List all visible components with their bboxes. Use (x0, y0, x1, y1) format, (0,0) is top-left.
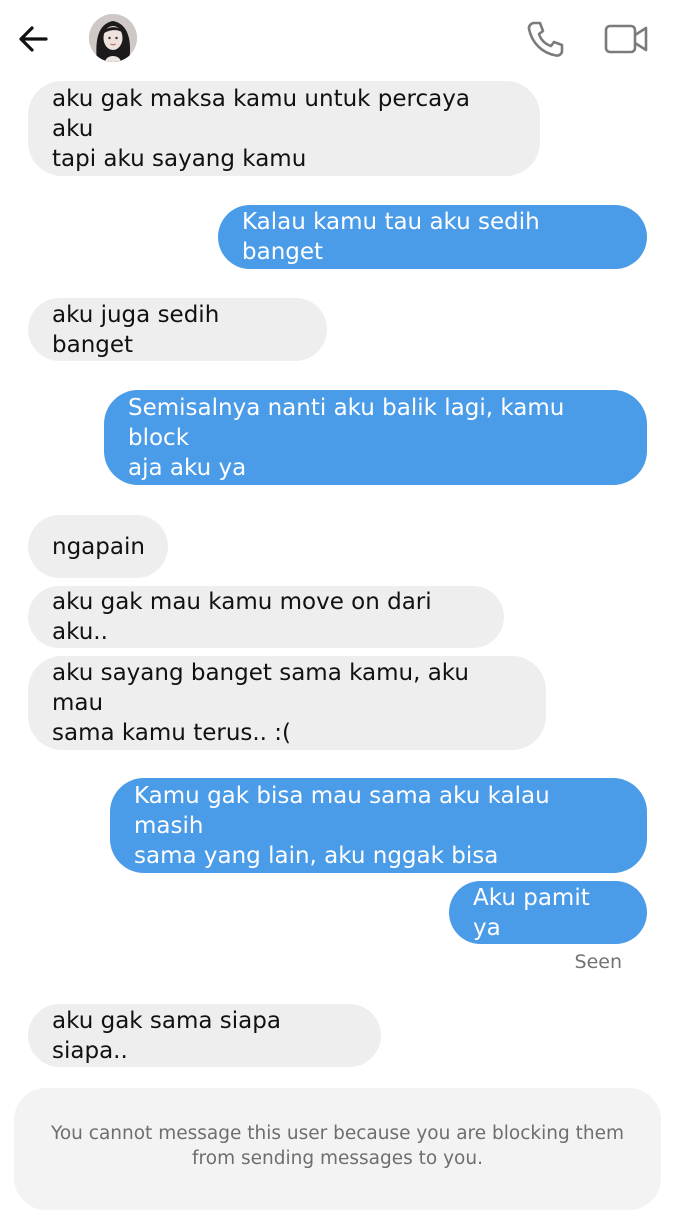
arrow-left-icon (19, 26, 48, 52)
outgoing-message[interactable]: Semisalnya nanti aku balik lagi, kamu bl… (104, 390, 647, 485)
phone-icon (527, 21, 564, 57)
outgoing-message[interactable]: Aku pamit ya (449, 881, 647, 944)
incoming-message[interactable]: aku juga sedih banget (28, 298, 327, 361)
outgoing-message[interactable]: Kalau kamu tau aku sedih banget (218, 205, 647, 269)
incoming-message[interactable]: aku gak sama siapa siapa.. (28, 1004, 381, 1067)
video-call-button[interactable] (603, 20, 649, 58)
voice-call-button[interactable] (524, 18, 566, 60)
incoming-message[interactable]: aku gak maksa kamu untuk percaya aku tap… (28, 81, 540, 176)
seen-status: Seen (574, 951, 622, 973)
chat-header (0, 0, 675, 80)
outgoing-message[interactable]: Kamu gak bisa mau sama aku kalau masih s… (110, 778, 647, 873)
blocked-notice-text: You cannot message this user because you… (51, 1123, 624, 1169)
avatar[interactable] (89, 14, 137, 62)
incoming-message[interactable]: aku gak mau kamu move on dari aku.. (28, 586, 504, 648)
back-button[interactable] (14, 20, 54, 60)
incoming-message[interactable]: ngapain (28, 515, 168, 578)
incoming-message[interactable]: aku sayang banget sama kamu, aku mau sam… (28, 656, 546, 750)
video-camera-icon (604, 24, 648, 54)
blocked-notice: You cannot message this user because you… (14, 1088, 661, 1210)
